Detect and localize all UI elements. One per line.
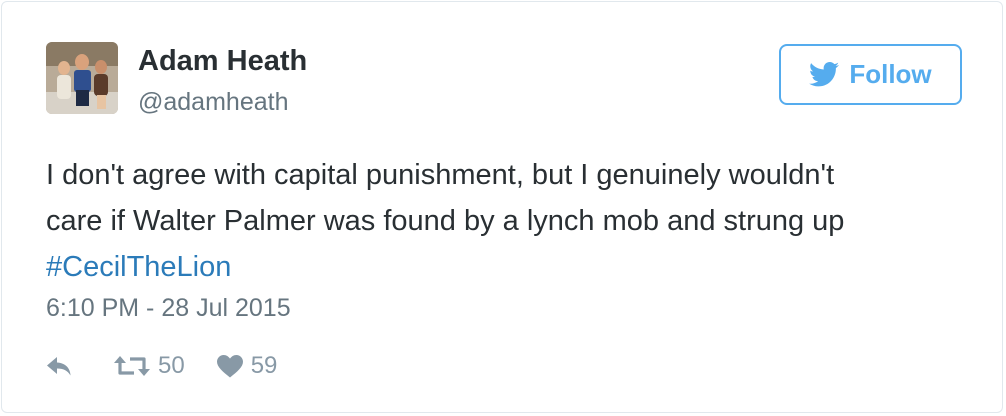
hashtag-link[interactable]: #CecilTheLion xyxy=(46,251,231,283)
retweet-button[interactable]: 50 xyxy=(114,352,185,380)
retweet-count: 50 xyxy=(158,352,185,379)
tweet-timestamp[interactable]: 6:10 PM - 28 Jul 2015 xyxy=(46,293,291,323)
twitter-bird-icon xyxy=(809,62,840,87)
avatar-photo xyxy=(46,42,118,114)
tweet-line-1: I don't agree with capital punishment, b… xyxy=(46,159,835,191)
tweet-line-2: care if Walter Palmer was found by a lyn… xyxy=(46,205,845,237)
avatar[interactable] xyxy=(46,42,118,114)
reply-icon xyxy=(47,357,71,376)
follow-button[interactable]: Follow xyxy=(779,44,962,105)
heart-icon xyxy=(216,354,243,377)
reply-button[interactable] xyxy=(46,355,74,377)
follow-label: Follow xyxy=(849,59,932,89)
like-count: 59 xyxy=(250,352,278,379)
user-name[interactable]: Adam Heath xyxy=(138,44,307,78)
user-handle[interactable]: @adamheath xyxy=(138,87,288,117)
like-button[interactable]: 59 xyxy=(216,352,278,380)
retweet-icon xyxy=(114,356,150,376)
tweet-card: Adam Heath @adamheath Follow I don't agr… xyxy=(1,1,1003,413)
tweet-actions: 50 59 xyxy=(46,351,277,381)
tweet-text: I don't agree with capital punishment, b… xyxy=(46,152,946,290)
